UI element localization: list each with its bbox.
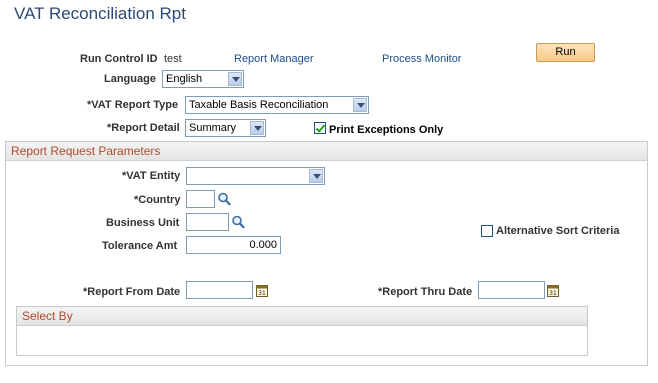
tolerance-amt-label: Tolerance Amt [102,240,178,252]
chevron-down-icon[interactable] [353,98,367,112]
country-label: *Country [134,194,181,206]
vat-entity-label: *VAT Entity [122,170,181,182]
alternative-sort-checkbox[interactable] [481,225,493,237]
calendar-icon[interactable]: 31 [547,284,559,297]
report-from-date-label: *Report From Date [83,286,181,298]
magnifier-icon[interactable] [217,192,231,206]
report-detail-value: Summary [189,122,237,134]
report-from-date-input[interactable] [186,281,253,299]
magnifier-icon[interactable] [231,215,245,229]
svg-text:31: 31 [549,290,557,297]
alternative-sort-label: Alternative Sort Criteria [496,225,620,237]
report-thru-date-input[interactable] [478,281,545,299]
svg-text:31: 31 [258,290,266,297]
select-by-group: Select By [16,306,588,356]
print-exceptions-label: Print Exceptions Only [329,124,444,136]
run-control-value: test [164,53,182,65]
report-request-parameters-header: Report Request Parameters [6,142,647,161]
report-detail-select[interactable]: Summary [185,119,266,137]
print-exceptions-checkbox[interactable] [314,122,326,134]
business-unit-label: Business Unit [106,217,180,229]
vat-report-type-label: *VAT Report Type [87,99,179,111]
report-manager-link[interactable]: Report Manager [234,53,314,65]
page-title: VAT Reconciliation Rpt [14,4,186,23]
report-detail-label: *Report Detail [107,122,180,134]
chevron-down-icon[interactable] [309,169,323,183]
process-monitor-link[interactable]: Process Monitor [382,53,461,65]
language-select-value: English [166,73,203,85]
run-button[interactable]: Run [536,43,595,62]
select-by-header: Select By [17,307,587,326]
chevron-down-icon[interactable] [228,72,242,86]
tolerance-amt-input[interactable]: 0.000 [186,236,281,254]
vat-report-type-select[interactable]: Taxable Basis Reconciliation [185,96,369,114]
vat-report-type-value: Taxable Basis Reconciliation [189,99,329,111]
language-select[interactable]: English [162,70,244,88]
chevron-down-icon[interactable] [250,121,264,135]
report-thru-date-label: *Report Thru Date [378,286,473,298]
run-control-label: Run Control ID [80,53,158,65]
business-unit-input[interactable] [186,213,229,231]
vat-entity-select[interactable] [186,167,325,185]
calendar-icon[interactable]: 31 [256,284,268,297]
language-label: Language [104,73,156,85]
country-input[interactable] [186,190,215,208]
